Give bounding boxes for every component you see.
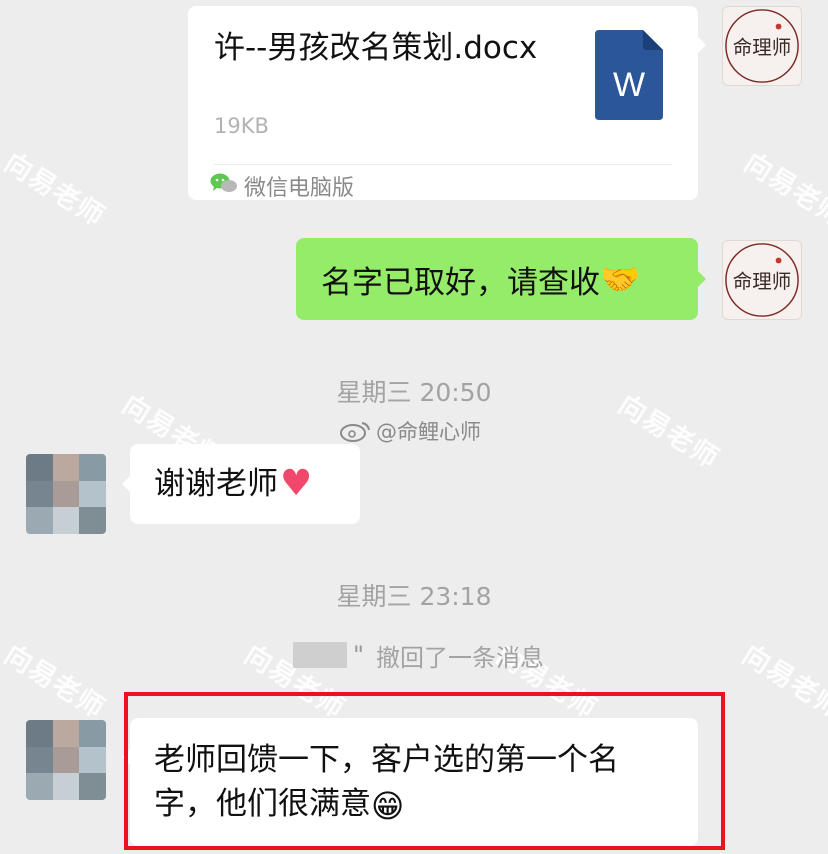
watermark: 向易老师 [736,639,828,725]
recall-mark: " [353,641,365,669]
heart-icon: ♥ [280,463,313,504]
avatar[interactable]: 命理师 [722,6,802,86]
teacher-logo-icon: 命理师 [725,9,799,83]
thanks-text: 谢谢老师 [154,466,278,502]
weibo-icon [340,422,370,442]
file-message-card[interactable]: 许--男孩改名策划.docx 19KB W 微信电脑版 [188,6,706,201]
wechat-icon [210,173,237,192]
teacher-logo-icon: 命理师 [725,243,799,317]
avatar[interactable]: 命理师 [722,240,802,320]
handshake-icon: 🤝 [600,260,640,298]
divider [214,164,672,165]
recall-text: 撤回了一条消息 [376,643,545,672]
logo-text: 命理师 [733,36,792,59]
timestamp: 星期三 23:18 [336,582,492,611]
reply-bubble[interactable]: 名字已取好，请查收 🤝 [296,238,706,320]
thanks-bubble[interactable]: 谢谢老师 ♥ [122,444,360,524]
word-doc-icon: W [595,30,663,120]
logo-text: 命理师 [733,270,792,293]
file-source-label: 微信电脑版 [244,176,355,201]
bubble-tail [697,36,706,54]
recall-notice: " 撤回了一条消息 [293,640,545,672]
watermark: 向易老师 [738,147,828,233]
weibo-handle: @命鲤心师 [376,420,481,444]
reply-text: 名字已取好，请查收 [321,264,600,301]
bubble-tail [122,475,131,493]
weibo-tag: @命鲤心师 [340,416,481,446]
timestamp: 星期三 20:50 [336,378,492,407]
file-name: 许--男孩改名策划.docx [214,30,538,66]
file-size: 19KB [214,114,269,138]
word-letter: W [613,66,645,104]
blurred-name [293,642,347,668]
bubble-tail [697,270,706,288]
avatar[interactable] [26,720,106,800]
watermark: 向易老师 [0,639,111,725]
watermark: 向易老师 [0,147,111,233]
highlight-box [124,692,725,850]
avatar[interactable] [26,454,106,534]
